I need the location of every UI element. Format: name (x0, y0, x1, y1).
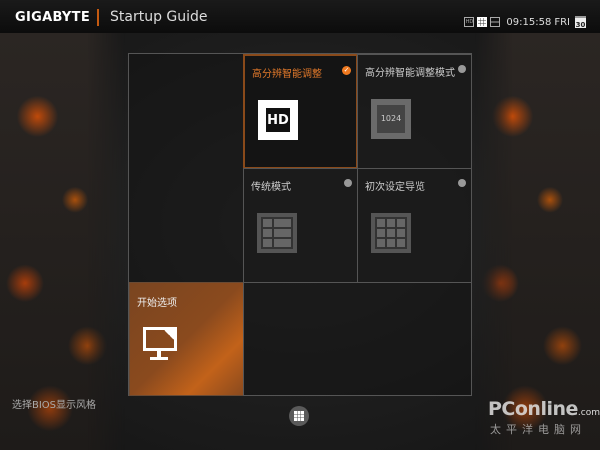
startup-tile-grid: 高分辨智能调整 ✓ HD 高分辨智能调整模式 1024 传统模式 初次设定导览 … (128, 53, 472, 396)
gigabyte-logo: GIGABYTE (15, 10, 90, 25)
page-title: Startup Guide (110, 9, 208, 25)
selected-check-icon: ✓ (342, 66, 351, 75)
monitor-base (150, 357, 168, 360)
tile-label: 高分辨智能调整 (252, 69, 322, 80)
top-bar: GIGABYTE Startup Guide HD 09:15:58 FRI 3… (0, 0, 600, 33)
clock-time: 09:15:58 (506, 16, 552, 28)
radio-dot-icon (344, 179, 352, 187)
tile-first-setup-tour[interactable]: 初次设定导览 (357, 168, 472, 283)
grid-layout-icon (371, 213, 411, 253)
lava-background-right (475, 33, 600, 450)
tile-label: 传统模式 (251, 182, 291, 193)
grid-icon (294, 411, 304, 421)
lava-background-left (0, 33, 125, 450)
bios-style-label[interactable]: 选择BIOS显示风格 (12, 396, 96, 411)
hd-mode-icon[interactable]: HD (464, 17, 475, 27)
radio-dot-icon (458, 65, 466, 73)
tile-smart-tweak-hd[interactable]: 高分辨智能调整 ✓ HD (243, 54, 358, 169)
classic-layout-icon (257, 213, 297, 253)
apps-menu-button[interactable] (289, 406, 309, 426)
tile-smart-tweak-hd-mode[interactable]: 高分辨智能调整模式 1024 (357, 54, 472, 169)
clock-day: FRI (554, 16, 570, 28)
radio-dot-icon (458, 179, 466, 187)
classic-view-icon[interactable] (490, 17, 501, 27)
watermark-brand: PConline (488, 398, 578, 420)
hd-icon: HD (258, 100, 298, 140)
title-divider (97, 9, 99, 26)
watermark-logo: PConline.com.cn (488, 398, 600, 420)
grid-view-icon[interactable] (477, 17, 488, 27)
resolution-1024-icon: 1024 (371, 99, 411, 139)
tile-classic-mode[interactable]: 传统模式 (243, 168, 358, 283)
watermark-subtitle: 太平洋电脑网 (490, 423, 586, 436)
empty-tile (243, 282, 472, 396)
monitor-icon (143, 327, 177, 351)
calendar-icon: 30 (575, 16, 586, 29)
tile-start-options[interactable]: 开始选项 (129, 282, 244, 396)
status-area: HD 09:15:58 FRI 30 (464, 16, 586, 29)
tile-label: 高分辨智能调整模式 (365, 68, 455, 79)
tile-label: 开始选项 (137, 298, 177, 309)
tile-label: 初次设定导览 (365, 182, 425, 193)
watermark-domain: .com.cn (577, 408, 600, 418)
